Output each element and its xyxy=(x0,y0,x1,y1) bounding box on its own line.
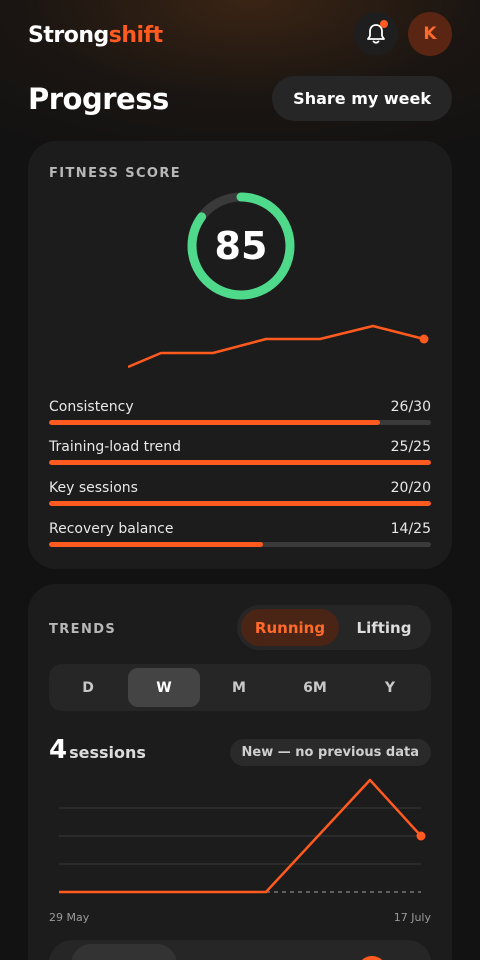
period-selector: D W M 6M Y xyxy=(49,664,431,711)
metric-label: Consistency xyxy=(49,399,134,415)
metric-value: 20/20 xyxy=(390,480,431,496)
page-title: Progress xyxy=(28,82,169,116)
top-bar: Strongshift K xyxy=(28,12,452,58)
fitness-sparkline xyxy=(128,324,429,369)
metric-value: 14/25 xyxy=(390,521,431,537)
metric-fill xyxy=(49,501,431,506)
toggle-lifting[interactable]: Lifting xyxy=(341,609,427,646)
metric-value: 25/25 xyxy=(390,439,431,455)
metric-track xyxy=(49,420,431,425)
sessions-unit: sessions xyxy=(69,743,146,762)
toggle-running[interactable]: Running xyxy=(241,609,339,646)
metric-value: 26/30 xyxy=(390,399,431,415)
metric-fill xyxy=(49,542,263,547)
metric-consistency: Consistency 26/30 xyxy=(49,399,431,429)
period-6-months[interactable]: 6M xyxy=(279,668,351,707)
notifications-button[interactable] xyxy=(354,12,398,56)
trends-card: TRENDS Running Lifting D W M 6M Y 4 sessi… xyxy=(28,584,452,960)
metric-fill xyxy=(49,420,381,425)
period-month[interactable]: M xyxy=(203,668,275,707)
metric-training-load: Training-load trend 25/25 xyxy=(49,439,431,469)
metric-key-sessions: Key sessions 20/20 xyxy=(49,480,431,510)
trends-label: TRENDS xyxy=(49,622,117,637)
logo-part-1: Strong xyxy=(28,23,109,48)
fitness-score-card: FITNESS SCORE 85 Consistency 26/30 Train… xyxy=(28,141,452,569)
metric-fill xyxy=(49,460,431,465)
chart-x-start-label: 29 May xyxy=(49,911,90,924)
metric-label: Training-load trend xyxy=(49,439,181,455)
metric-recovery-balance: Recovery balance 14/25 xyxy=(49,521,431,551)
sessions-count: 4 xyxy=(49,735,68,765)
bottom-pill[interactable] xyxy=(71,944,177,960)
app-logo: Strongshift xyxy=(28,23,163,48)
period-day[interactable]: D xyxy=(52,668,124,707)
fitness-score-value: 85 xyxy=(214,224,268,268)
metric-track xyxy=(49,460,431,465)
chart-x-end-label: 17 July xyxy=(393,911,431,924)
metric-track xyxy=(49,501,431,506)
comparison-badge: New — no previous data xyxy=(229,739,431,766)
notification-dot xyxy=(380,20,388,28)
metric-label: Recovery balance xyxy=(49,521,174,537)
sessions-summary: 4 sessions xyxy=(49,735,146,765)
fitness-score-label: FITNESS SCORE xyxy=(49,166,182,181)
period-week[interactable]: W xyxy=(128,668,200,707)
metric-label: Key sessions xyxy=(49,480,138,496)
trend-chart xyxy=(59,778,426,894)
bottom-control-bar xyxy=(49,940,431,960)
activity-type-toggle: Running Lifting xyxy=(237,605,431,650)
period-year[interactable]: Y xyxy=(354,668,426,707)
share-week-button[interactable]: Share my week xyxy=(272,76,452,121)
accent-dot xyxy=(357,956,387,960)
avatar[interactable]: K xyxy=(408,12,452,56)
metric-track xyxy=(49,542,431,547)
logo-part-2: shift xyxy=(108,23,163,48)
